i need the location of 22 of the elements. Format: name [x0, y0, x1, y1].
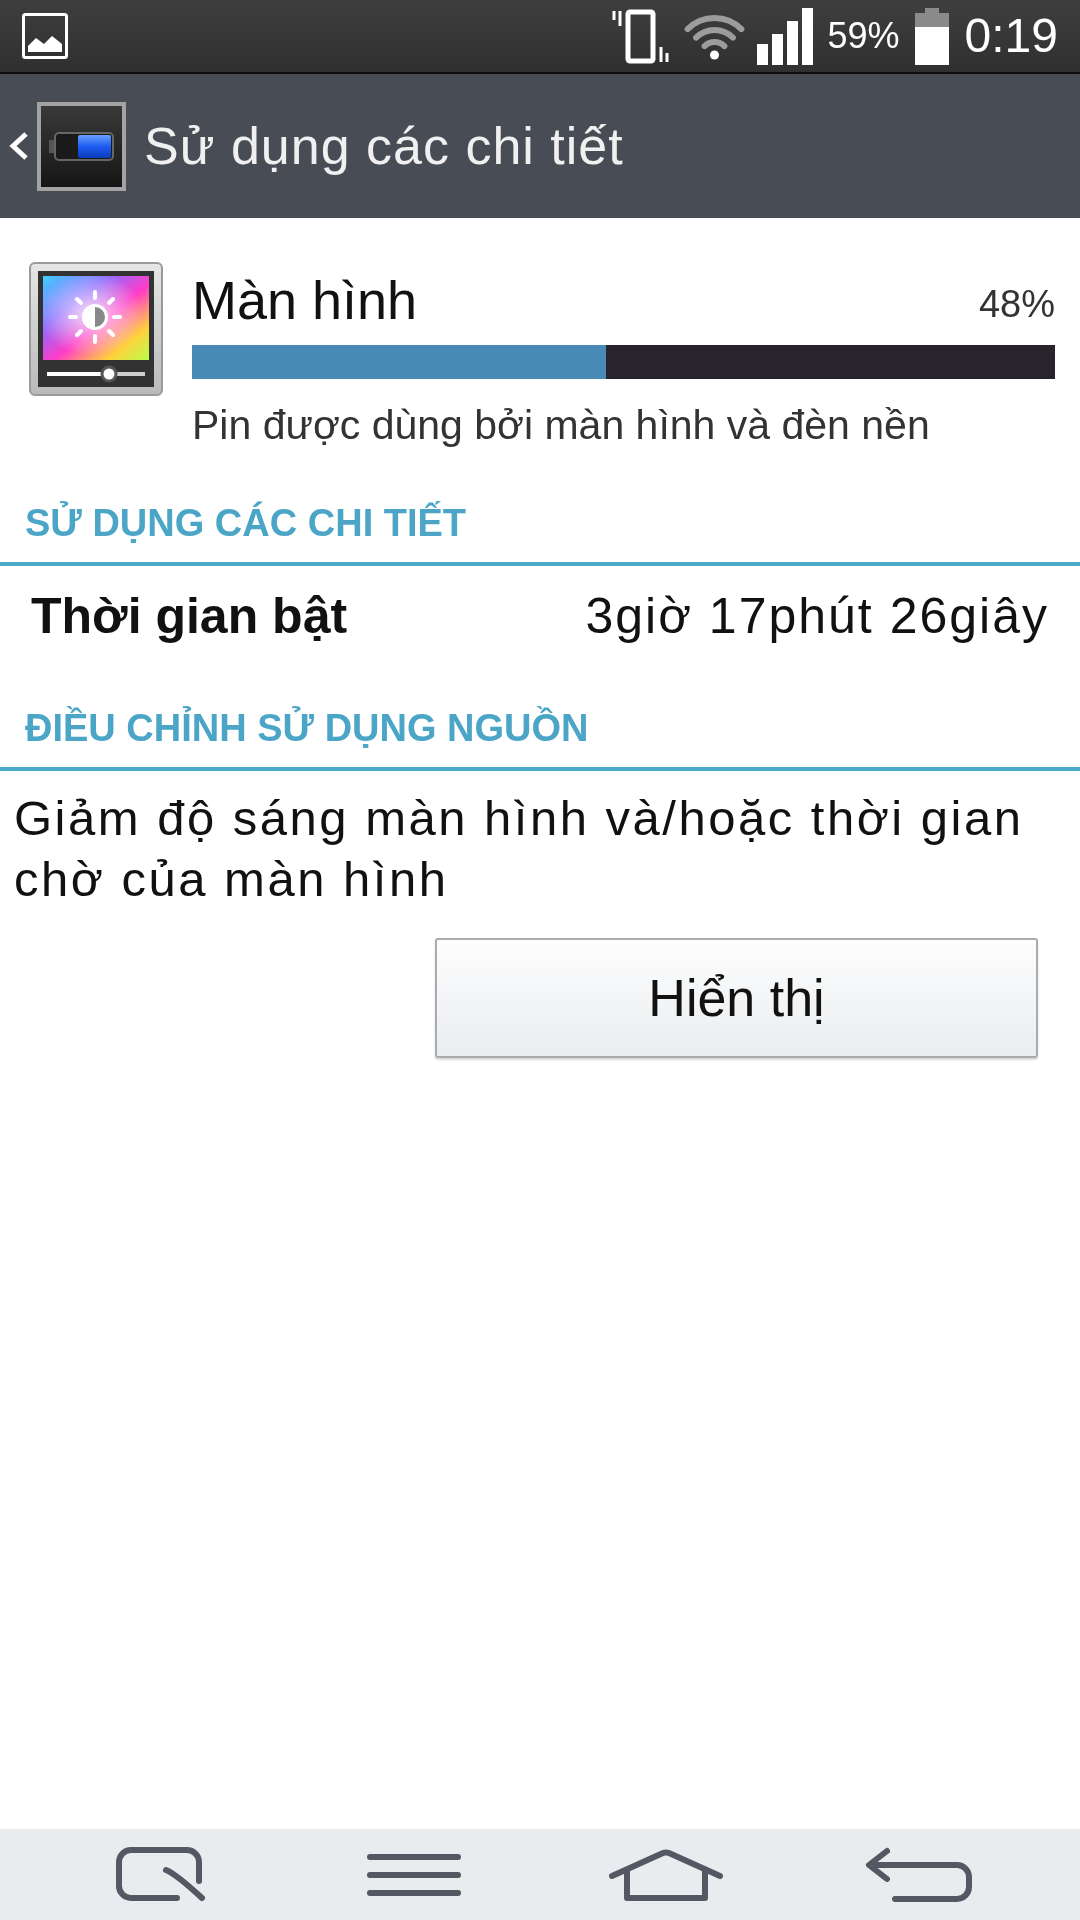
- advice-text: Giảm độ sáng màn hình và/hoặc thời gian chờ của màn hình: [14, 790, 1025, 908]
- brightness-icon: [29, 262, 163, 396]
- menu-icon[interactable]: [365, 1851, 462, 1898]
- section-title: ĐIỀU CHỈNH SỬ DỤNG NGUỒN: [25, 706, 589, 750]
- usage-percent: 48%: [978, 282, 1055, 327]
- usage-name: Màn hình: [192, 270, 418, 330]
- home-icon[interactable]: [608, 1847, 725, 1902]
- battery-tile-icon: [37, 101, 126, 191]
- usage-description: Pin được dùng bởi màn hình và đèn nền: [192, 401, 931, 449]
- detail-label: Thời gian bật: [31, 587, 348, 645]
- battery-icon: [914, 7, 949, 65]
- image-icon: [22, 13, 68, 59]
- vibrate-icon: [610, 8, 670, 64]
- detail-value: 3giờ 17phút 26giây: [585, 587, 1049, 645]
- back-icon[interactable]: [8, 131, 30, 161]
- battery-percent: 59%: [827, 18, 900, 54]
- screen-title: Sử dụng các chi tiết: [144, 116, 624, 176]
- signal-icon: [756, 7, 815, 65]
- back-arrow-icon[interactable]: [864, 1846, 973, 1903]
- clock-time: 0:19: [964, 12, 1058, 60]
- section-title: SỬ DỤNG CÁC CHI TIẾT: [25, 501, 467, 545]
- display-button[interactable]: Hiển thị: [435, 938, 1038, 1058]
